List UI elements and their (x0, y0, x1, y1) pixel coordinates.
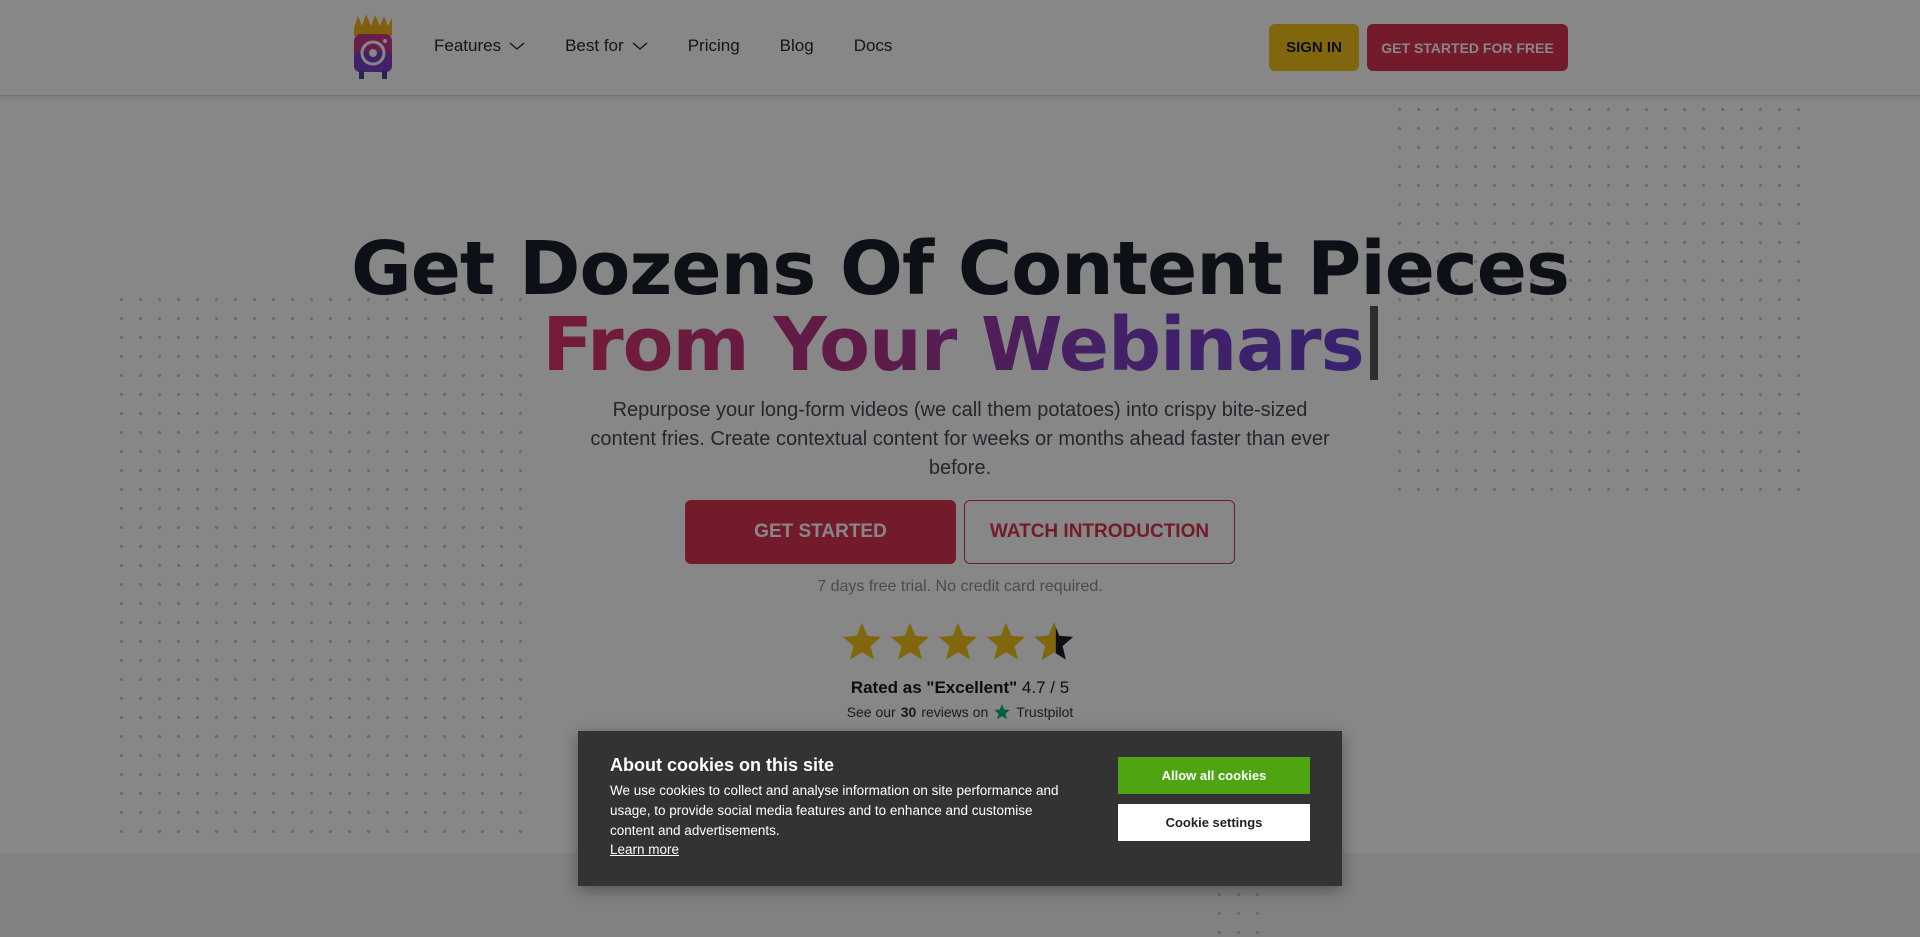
allow-all-cookies-button[interactable]: Allow all cookies (1118, 757, 1310, 794)
cookie-settings-button[interactable]: Cookie settings (1118, 804, 1310, 841)
learn-more-link[interactable]: Learn more (610, 842, 679, 857)
cookie-title: About cookies on this site (610, 755, 835, 775)
cookie-body: We use cookies to collect and analyse in… (610, 783, 1059, 838)
cookie-banner: About cookies on this site We use cookie… (578, 731, 1342, 886)
